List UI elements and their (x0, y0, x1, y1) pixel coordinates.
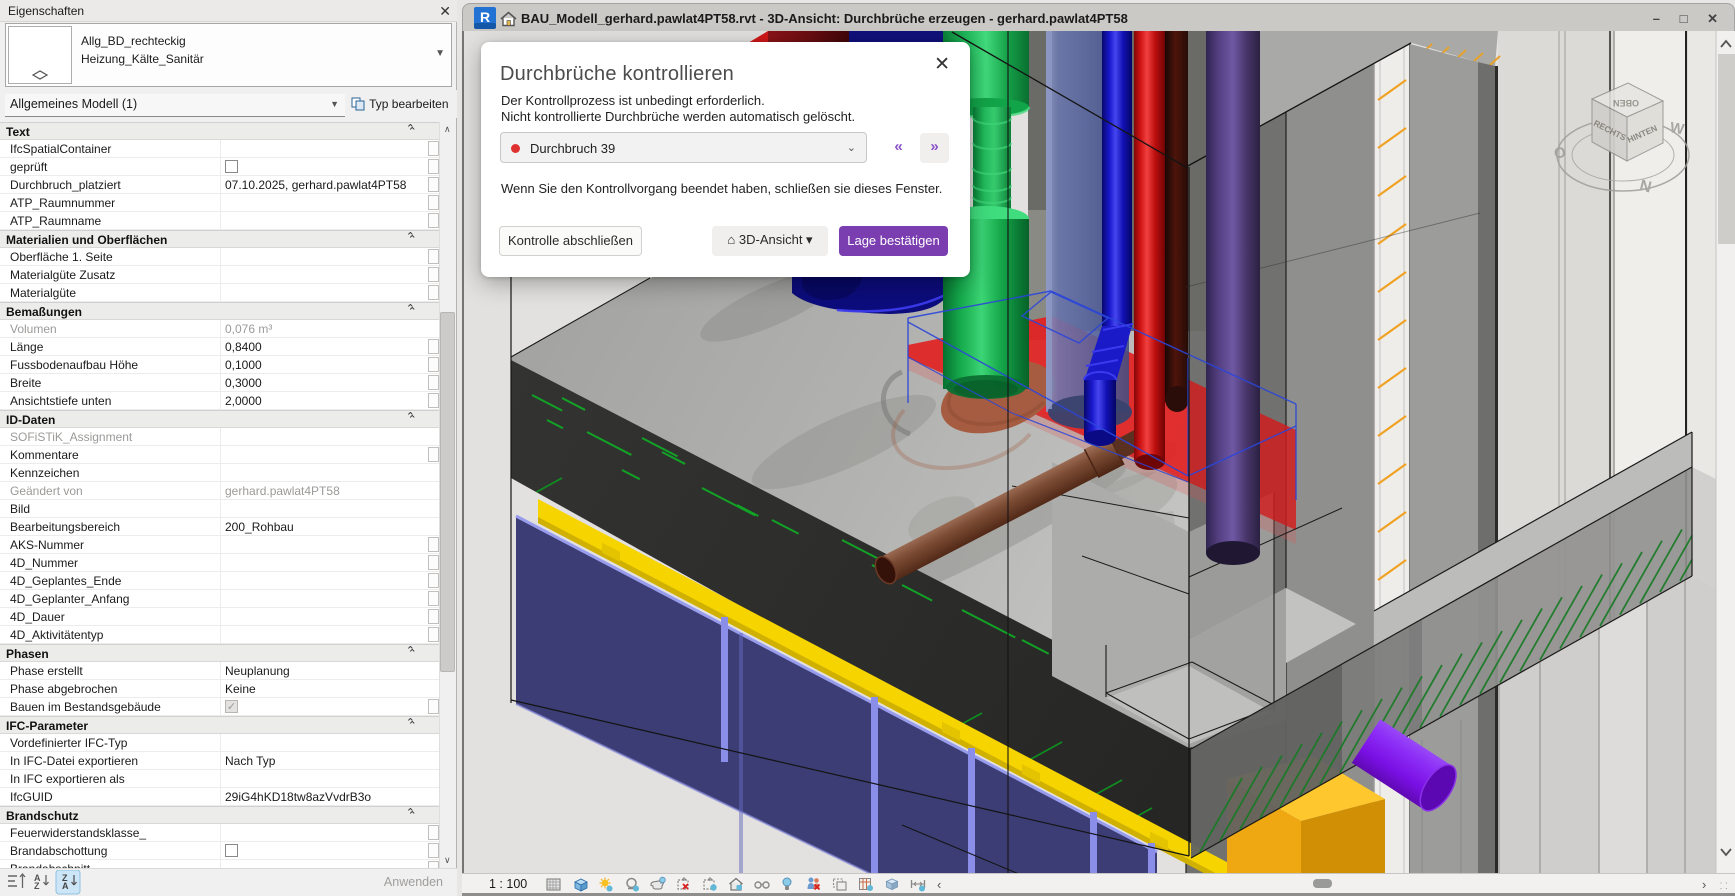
svg-text:Z: Z (34, 881, 40, 891)
svg-text:OBEN: OBEN (1613, 98, 1639, 108)
svg-text:A: A (62, 881, 69, 891)
svg-text:R: R (480, 9, 490, 25)
